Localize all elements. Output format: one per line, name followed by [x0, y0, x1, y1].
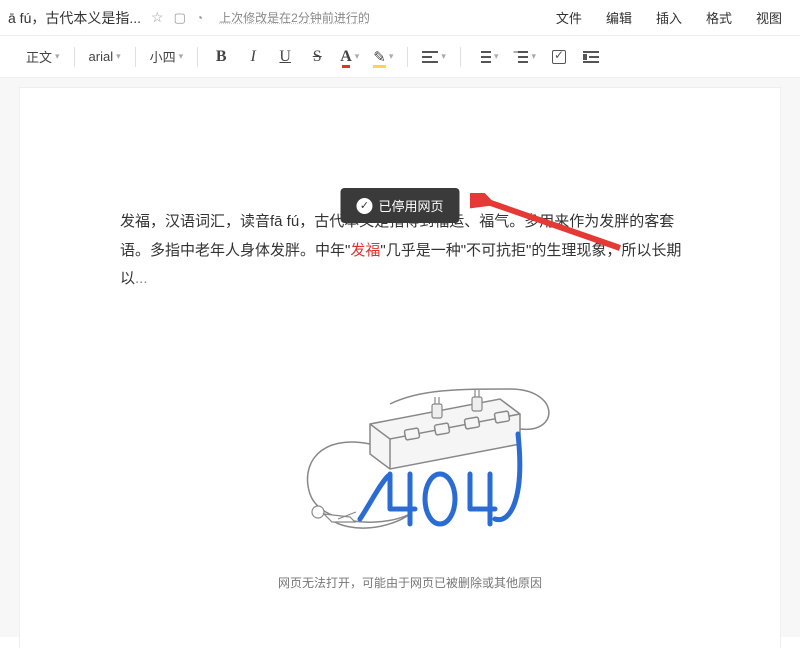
menu-edit[interactable]: 编辑 [606, 8, 632, 27]
font-size-dropdown[interactable]: 小四▾ [144, 43, 190, 71]
last-modified-text[interactable]: 上次修改是在2分钟前进行的 [219, 9, 370, 26]
document-title[interactable]: ā fú，古代本义是指... [8, 8, 141, 28]
header-bar: ā fú，古代本义是指... ☆ ▢ ◔ 上次修改是在2分钟前进行的 文件 编辑… [0, 0, 800, 36]
underline-button[interactable]: U [270, 43, 300, 71]
bold-button[interactable]: B [206, 43, 236, 71]
strikethrough-button[interactable]: S [302, 43, 332, 71]
highlight-button[interactable]: ✎▾ [367, 43, 399, 71]
menu-bar: 文件 编辑 插入 格式 视图 [556, 8, 792, 27]
star-icon[interactable]: ☆ [151, 9, 164, 26]
check-circle-icon: ✓ [356, 198, 372, 214]
error-message: 网页无法打开，可能由于网页已被删除或其他原因 [120, 574, 700, 591]
bulleted-list-button[interactable]: ▾ [506, 43, 542, 71]
menu-insert[interactable]: 插入 [656, 8, 682, 27]
toolbar-separator [135, 47, 136, 67]
history-icon[interactable]: ◔ [196, 11, 203, 25]
paragraph-style-dropdown[interactable]: 正文▾ [20, 43, 66, 71]
toolbar-separator [74, 47, 75, 67]
toolbar-separator [197, 47, 198, 67]
editor-canvas: ✓ 已停用网页 发福，汉语词汇，读音fā fú，古代本义是指得到福运、福气。多用… [0, 78, 800, 637]
toast-message: 已停用网页 [378, 196, 443, 215]
menu-view[interactable]: 视图 [756, 8, 782, 27]
indent-button[interactable] [576, 43, 606, 71]
page-disabled-toast: ✓ 已停用网页 [340, 188, 459, 223]
title-actions: ☆ ▢ ◔ 上次修改是在2分钟前进行的 [151, 9, 370, 26]
document-page[interactable]: 发福，汉语词汇，读音fā fú，古代本义是指得到福运、福气。多用来作为发胖的客套… [20, 88, 780, 648]
highlighted-term: 发福 [350, 242, 380, 259]
font-family-dropdown[interactable]: arial▾ [83, 43, 127, 71]
move-icon[interactable]: ▢ [174, 10, 186, 26]
error-illustration [260, 364, 560, 544]
toolbar-separator [460, 47, 461, 67]
checklist-button[interactable] [544, 43, 574, 71]
text-color-button[interactable]: A▾ [334, 43, 365, 71]
menu-format[interactable]: 格式 [706, 8, 732, 27]
formatting-toolbar: 正文▾ arial▾ 小四▾ B I U S A▾ ✎▾ ▾ ▾ ▾ [0, 36, 800, 78]
menu-file[interactable]: 文件 [556, 8, 582, 27]
toolbar-separator [407, 47, 408, 67]
italic-button[interactable]: I [238, 43, 268, 71]
align-button[interactable]: ▾ [416, 43, 452, 71]
numbered-list-button[interactable]: ▾ [469, 43, 505, 71]
